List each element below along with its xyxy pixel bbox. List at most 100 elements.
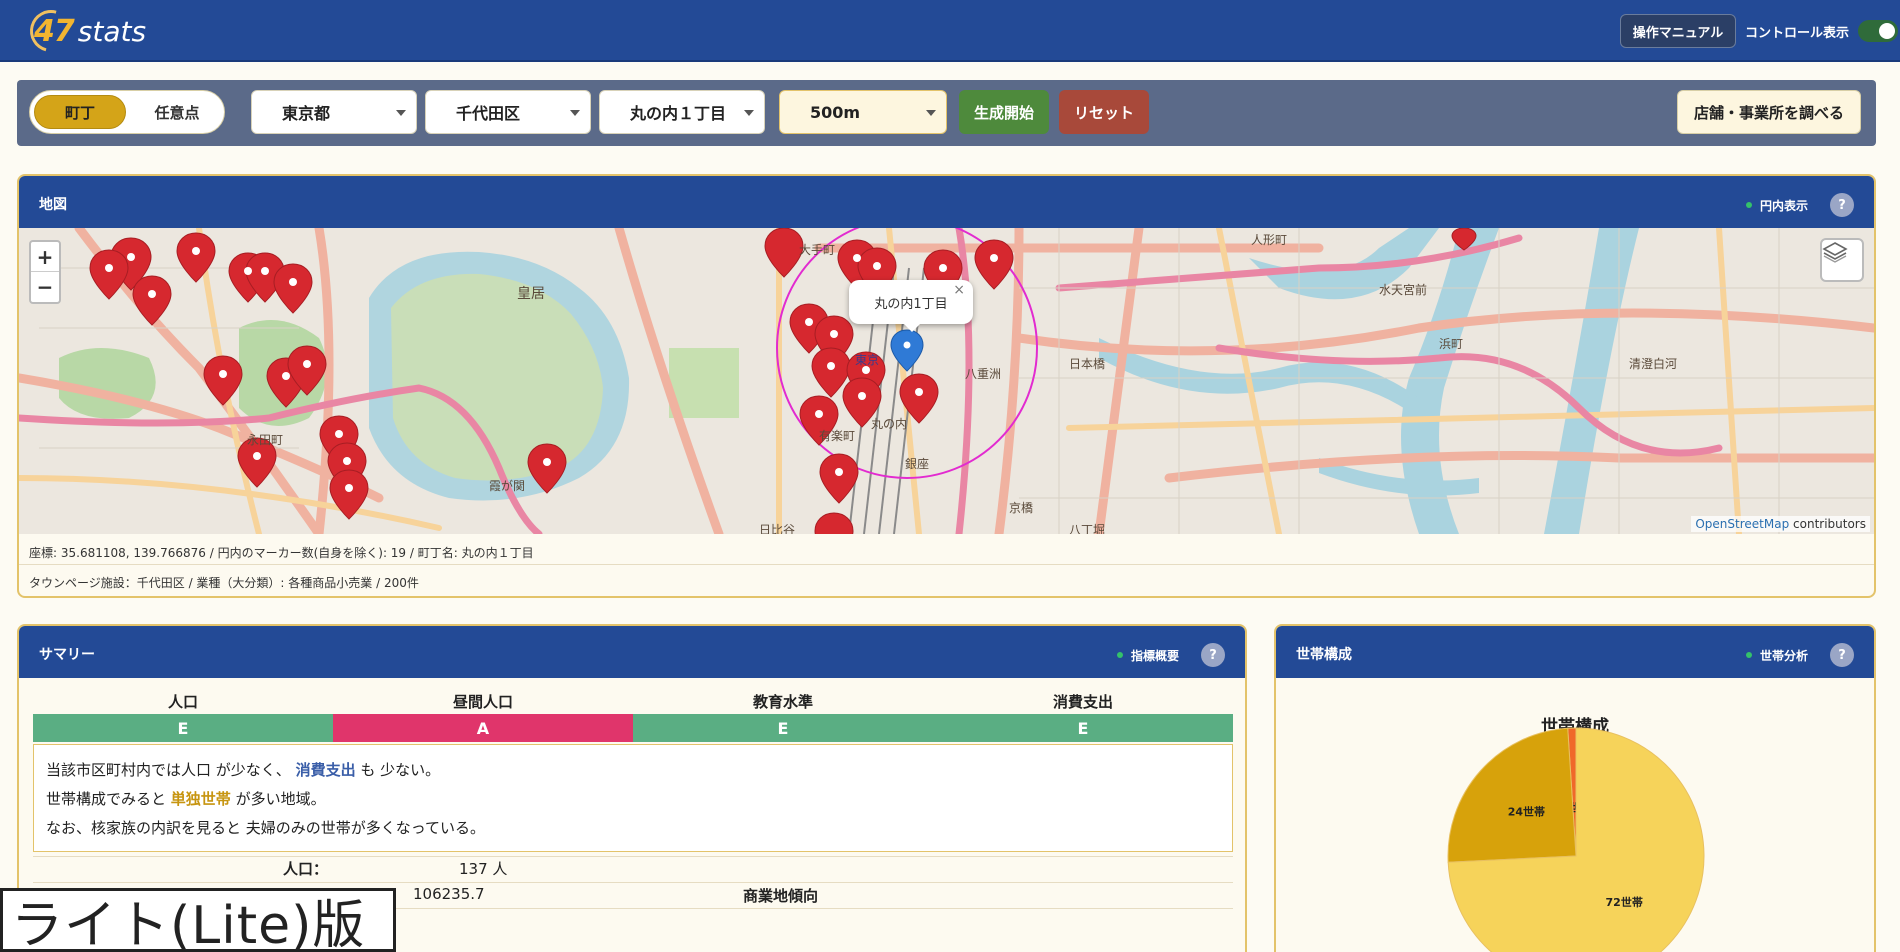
help-icon[interactable]: ? xyxy=(1201,643,1225,667)
daytime-population-value: 106235.7 xyxy=(413,885,485,903)
svg-text:京橋: 京橋 xyxy=(1009,501,1033,515)
map-panel-header: 地図 円内表示 ? xyxy=(19,176,1874,228)
city-select[interactable]: 千代田区 xyxy=(425,90,591,134)
city-value: 千代田区 xyxy=(456,104,521,123)
town-value: 丸の内１丁目 xyxy=(630,104,727,123)
generate-button[interactable]: 生成開始 xyxy=(959,90,1049,134)
summary-text-box: 当該市区町村内では人口 が少なく、 消費支出 も 少ない。 世帯構成でみると 単… xyxy=(33,744,1233,852)
svg-text:有楽町: 有楽町 xyxy=(819,429,855,443)
summary-text: が多い地域。 xyxy=(235,790,326,808)
svg-text:丸の内: 丸の内 xyxy=(871,417,907,431)
map-popup: 丸の内1丁目 × xyxy=(849,280,973,332)
map-panel: 地図 円内表示 ? 皇居 東京 八重洲 日本橋 丸の内 銀座 大手町 日比谷 有… xyxy=(17,174,1876,598)
help-icon[interactable]: ? xyxy=(1830,193,1854,217)
mode-point-button[interactable]: 任意点 xyxy=(134,95,220,129)
control-bar: 町丁 任意点 東京都 千代田区 丸の内１丁目 500m 生成開始 リセット 店舗… xyxy=(17,80,1876,146)
layers-icon xyxy=(1822,242,1848,263)
radius-select[interactable]: 500m xyxy=(779,90,947,134)
radius-value: 500m xyxy=(810,102,861,122)
indicator-overview-link[interactable]: 指標概要 xyxy=(1131,647,1179,664)
logo-number: 47 xyxy=(34,13,75,49)
zoom-out-button[interactable]: − xyxy=(31,272,59,302)
grade-header-population: 人口 xyxy=(167,692,198,711)
svg-text:清澄白河: 清澄白河 xyxy=(1629,356,1677,371)
popup-tip xyxy=(903,323,921,332)
zoom-control: + − xyxy=(29,240,61,304)
pie-label: 72世帯 xyxy=(1606,895,1643,909)
summary-line-3: なお、核家族の内訳を見ると 夫婦のみの世帯が多くなっている。 xyxy=(46,819,486,837)
prefecture-value: 東京都 xyxy=(282,104,331,123)
layers-button[interactable] xyxy=(1820,238,1864,282)
population-label: 人口： xyxy=(283,860,329,878)
app-logo[interactable]: 47 stats xyxy=(22,2,146,60)
svg-text:八重洲: 八重洲 xyxy=(965,367,1001,381)
shop-search-button[interactable]: 店舗・事業所を調べる xyxy=(1677,90,1861,134)
control-display-toggle[interactable] xyxy=(1858,20,1898,42)
summary-text: も 少ない。 xyxy=(360,761,441,779)
osm-link[interactable]: OpenStreetMap xyxy=(1695,517,1789,531)
svg-text:大手町: 大手町 xyxy=(799,243,835,257)
svg-text:霞が関: 霞が関 xyxy=(489,478,525,493)
popup-label: 丸の内1丁目 xyxy=(874,296,948,312)
grade-header-education: 教育水準 xyxy=(752,692,813,711)
svg-text:日比谷: 日比谷 xyxy=(759,523,795,534)
divider xyxy=(19,564,1874,565)
pie-label: 24世帯 xyxy=(1508,805,1545,819)
map-header-controls: 円内表示 ? xyxy=(1745,193,1854,217)
grade-spending: E xyxy=(933,714,1233,742)
status-dot-icon xyxy=(1745,202,1752,208)
map-view[interactable]: 皇居 東京 八重洲 日本橋 丸の内 銀座 大手町 日比谷 有楽町 永田町 霞が関… xyxy=(19,228,1874,534)
summary-text: 当該市区町村内では人口 が少なく、 xyxy=(46,761,291,779)
svg-text:水天宮前: 水天宮前 xyxy=(1379,282,1427,297)
map-attribution: OpenStreetMap contributors xyxy=(1691,516,1870,532)
mode-switch: 町丁 任意点 xyxy=(29,90,225,134)
status-dot-icon xyxy=(1116,652,1123,658)
svg-text:東京: 東京 xyxy=(855,353,879,367)
zoom-in-button[interactable]: + xyxy=(31,242,59,272)
top-navbar: 47 stats 操作マニュアル コントロール表示 xyxy=(0,0,1900,62)
chevron-down-icon xyxy=(396,110,406,116)
commerce-tendency-label: 商業地傾向 xyxy=(743,887,819,905)
summary-line-1: 当該市区町村内では人口 が少なく、 消費支出 も 少ない。 xyxy=(46,759,440,780)
circle-display-link[interactable]: 円内表示 xyxy=(1760,197,1808,214)
town-select[interactable]: 丸の内１丁目 xyxy=(599,90,765,134)
highlight-single-household: 単独世帯 xyxy=(170,790,231,808)
close-icon[interactable]: × xyxy=(953,282,965,298)
summary-panel-header: サマリー 指標概要 ? xyxy=(19,626,1245,678)
summary-panel-title: サマリー xyxy=(39,647,95,663)
map-source-line: タウンページ施設：千代田区 / 業種（大分類）: 各種商品小売業 / 200件 xyxy=(29,576,419,590)
map-panel-title: 地図 xyxy=(39,197,67,213)
map-tiles: 皇居 東京 八重洲 日本橋 丸の内 銀座 大手町 日比谷 有楽町 永田町 霞が関… xyxy=(19,228,1874,534)
svg-text:人形町: 人形町 xyxy=(1251,233,1287,247)
summary-text: 世帯構成でみると xyxy=(46,790,167,808)
svg-text:浜町: 浜町 xyxy=(1439,337,1463,351)
svg-text:銀座: 銀座 xyxy=(905,456,929,471)
divider xyxy=(33,856,1233,857)
toggle-knob xyxy=(1879,23,1895,39)
chevron-down-icon xyxy=(744,110,754,116)
household-pie-chart: 1世帯24世帯72世帯 xyxy=(1447,727,1705,952)
summary-line-2: 世帯構成でみると 単独世帯 が多い地域。 xyxy=(46,788,326,809)
logo-text: stats xyxy=(77,14,147,48)
prefecture-select[interactable]: 東京都 xyxy=(251,90,417,134)
svg-text:永田町: 永田町 xyxy=(247,433,283,447)
manual-button[interactable]: 操作マニュアル xyxy=(1620,14,1736,48)
household-panel: 世帯構成 世帯分析 ? 世帯構成 1世帯 24世帯 72世帯 xyxy=(1274,624,1876,952)
map-info-line: 座標: 35.681108, 139.766876 / 円内のマーカー数(自身を… xyxy=(29,546,534,560)
mode-town-button[interactable]: 町丁 xyxy=(34,95,126,129)
pie-slice xyxy=(1447,727,1577,863)
svg-text:八丁堀: 八丁堀 xyxy=(1069,522,1105,534)
lite-version-badge: ライト(Lite)版 xyxy=(0,888,396,952)
summary-header-controls: 指標概要 ? xyxy=(1116,643,1225,667)
map-label-kokyo: 皇居 xyxy=(517,286,545,302)
grade-education: E xyxy=(633,714,933,742)
grade-header-daytime: 昼間人口 xyxy=(452,692,513,711)
chevron-down-icon xyxy=(570,110,580,116)
highlight-spending: 消費支出 xyxy=(295,761,356,779)
grade-header-spending: 消費支出 xyxy=(1052,692,1113,711)
grade-population: E xyxy=(33,714,333,742)
control-display-label: コントロール表示 xyxy=(1745,26,1850,41)
grade-daytime: A xyxy=(333,714,633,742)
reset-button[interactable]: リセット xyxy=(1059,90,1149,134)
population-value: 137 人 xyxy=(459,860,508,878)
